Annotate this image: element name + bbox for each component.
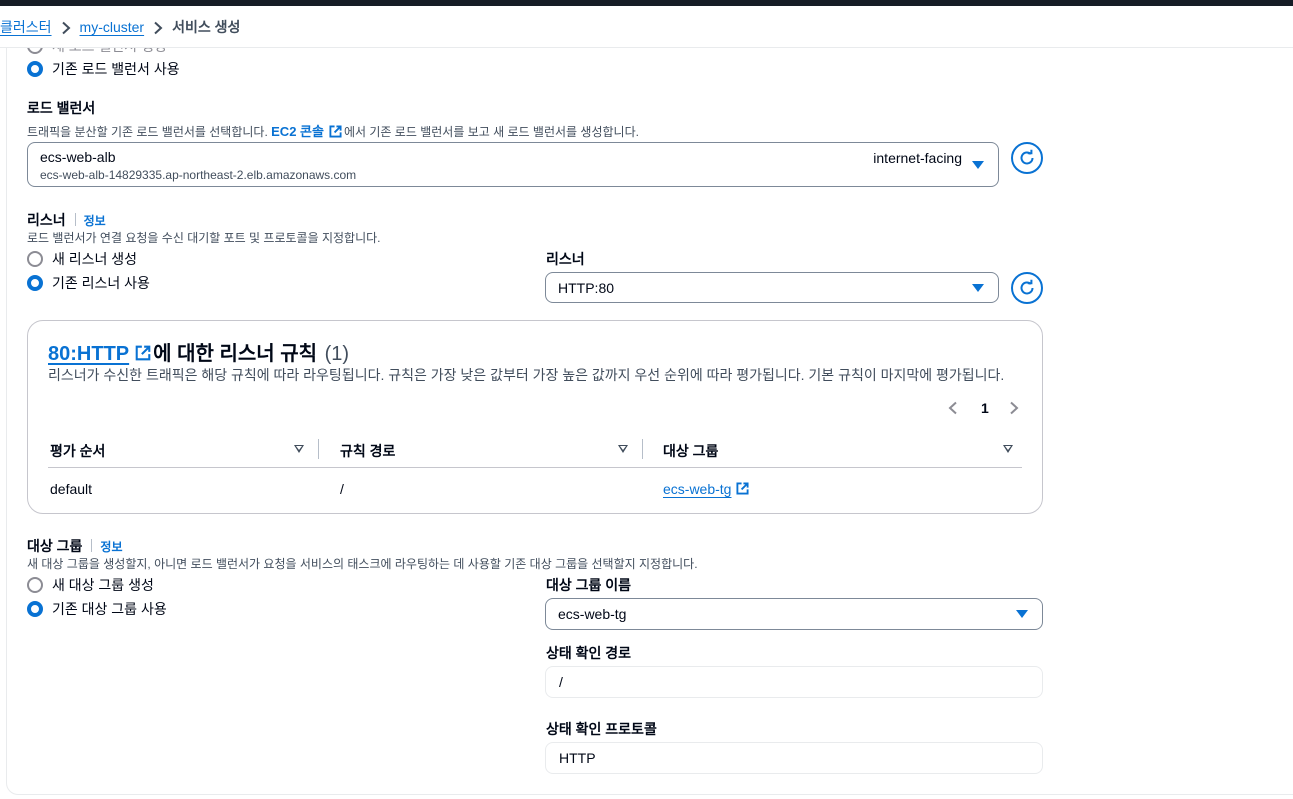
- health-check-path-value: /: [559, 674, 563, 690]
- radio-circle: [27, 251, 43, 267]
- health-check-path-label: 상태 확인 경로: [546, 645, 632, 661]
- caret-down-icon: [1016, 610, 1028, 618]
- sort-icon[interactable]: [618, 445, 628, 453]
- target-group-heading: 대상 그룹: [27, 538, 83, 554]
- cell-path: /: [340, 481, 344, 497]
- radio-label: 새 리스너 생성: [52, 251, 138, 267]
- sort-icon[interactable]: [294, 445, 304, 453]
- external-link-icon: [736, 482, 750, 498]
- target-group-name-label: 대상 그룹 이름: [546, 577, 632, 593]
- radio-label: 기존 리스너 사용: [52, 275, 150, 291]
- refresh-listeners-button[interactable]: [1011, 272, 1043, 304]
- external-link-icon: [135, 344, 151, 367]
- breadcrumb-current: 서비스 생성: [172, 18, 241, 35]
- cell-priority: default: [50, 481, 93, 497]
- radio-circle-checked: [27, 275, 43, 291]
- listener-description: 로드 밸런서가 연결 요청을 수신 대기할 포트 및 프로토콜을 지정합니다.: [27, 231, 381, 245]
- health-check-path-field: /: [545, 666, 1043, 698]
- breadcrumb-cluster-link[interactable]: my-cluster: [80, 19, 145, 35]
- listener-select[interactable]: HTTP:80: [545, 272, 999, 303]
- target-group-description: 새 대상 그룹을 생성할지, 아니면 로드 밸런서가 요청을 서비스의 태스크에…: [27, 557, 698, 571]
- column-header-priority[interactable]: 평가 순서: [50, 441, 105, 461]
- refresh-icon: [1020, 149, 1034, 165]
- radio-label: 새 대상 그룹 생성: [52, 577, 154, 593]
- load-balancer-name: ecs-web-alb: [40, 149, 116, 165]
- cell-target-group: ecs-web-tg: [663, 481, 750, 498]
- next-page-icon[interactable]: [1009, 401, 1019, 418]
- radio-use-existing-target-group[interactable]: 기존 대상 그룹 사용: [27, 599, 167, 619]
- listener-rules-title: 80:HTTP 에 대한 리스너 규칙 (1): [48, 337, 349, 367]
- description-text: 트래픽을 분산할 기존 로드 밸런서를 선택합니다.: [27, 125, 272, 139]
- load-balancer-description: 트래픽을 분산할 기존 로드 밸런서를 선택합니다. EC2 콘솔 에서 기존 로…: [27, 121, 639, 141]
- target-group-section-label: 대상 그룹 정보: [27, 536, 123, 556]
- listener-info-link[interactable]: 정보: [84, 214, 106, 228]
- description-text: 에서 기존 로드 밸런서를 보고 새 로드 밸런서를 생성합니다.: [343, 125, 639, 139]
- listener-rules-count: (1): [324, 343, 350, 365]
- breadcrumb-clusters-link[interactable]: 클러스터: [0, 17, 52, 37]
- listener-section-label: 리스너 정보: [27, 210, 106, 230]
- column-divider: [642, 439, 643, 459]
- target-group-name-select[interactable]: ecs-web-tg: [545, 598, 1043, 630]
- refresh-icon: [1020, 279, 1034, 295]
- listener-heading: 리스너: [27, 212, 66, 228]
- previous-page-icon[interactable]: [948, 401, 958, 418]
- load-balancer-select[interactable]: ecs-web-alb ecs-web-alb-14829335.ap-nort…: [27, 142, 999, 187]
- radio-circle: [27, 577, 43, 593]
- load-balancer-label: 로드 밸런서: [27, 100, 96, 116]
- radio-label: 기존 로드 밸런서 사용: [52, 61, 180, 77]
- listener-select-value: HTTP:80: [558, 280, 615, 296]
- health-check-protocol-value: HTTP: [559, 750, 596, 766]
- radio-circle-checked: [27, 61, 43, 77]
- listener-rules-card: 80:HTTP 에 대한 리스너 규칙 (1) 리스너가 수신한 트래픽은 해당 …: [27, 320, 1043, 514]
- breadcrumb: 클러스터 my-cluster 서비스 생성: [0, 6, 1293, 48]
- target-group-info-link[interactable]: 정보: [100, 540, 122, 554]
- health-check-protocol-label: 상태 확인 프로토콜: [546, 721, 657, 737]
- ec2-console-link[interactable]: EC2 콘솔: [271, 124, 324, 139]
- caret-down-icon: [972, 160, 984, 169]
- radio-create-load-balancer[interactable]: 새 로드 밸런서 생성: [27, 48, 167, 56]
- table-header-divider: [48, 467, 1022, 468]
- radio-circle-checked: [27, 601, 43, 617]
- target-group-link[interactable]: ecs-web-tg: [663, 481, 731, 497]
- radio-label: 새 로드 밸런서 생성: [52, 48, 167, 56]
- refresh-load-balancers-button[interactable]: [1011, 142, 1043, 174]
- listener-select-label: 리스너: [546, 251, 585, 267]
- listener-rules-description: 리스너가 수신한 트래픽은 해당 규칙에 따라 라우팅됩니다. 규칙은 가장 낮…: [48, 367, 1005, 383]
- listener-80-http-link[interactable]: 80:HTTP: [48, 343, 129, 365]
- radio-circle: [27, 48, 43, 54]
- radio-use-existing-listener[interactable]: 기존 리스너 사용: [27, 273, 150, 293]
- sort-icon[interactable]: [1003, 445, 1013, 453]
- radio-label: 기존 대상 그룹 사용: [52, 601, 167, 617]
- radio-use-existing-load-balancer[interactable]: 기존 로드 밸런서 사용: [27, 59, 180, 79]
- column-header-target-group[interactable]: 대상 그룹: [663, 441, 718, 461]
- chevron-right-icon: [52, 18, 80, 34]
- column-divider: [318, 439, 319, 459]
- target-group-name-value: ecs-web-tg: [558, 606, 627, 622]
- load-balancer-scheme: internet-facing: [873, 150, 962, 166]
- column-header-path[interactable]: 규칙 경로: [340, 441, 395, 461]
- external-link-icon: [329, 125, 342, 141]
- radio-create-target-group[interactable]: 새 대상 그룹 생성: [27, 575, 154, 595]
- chevron-right-icon: [144, 18, 172, 34]
- load-balancer-dns: ecs-web-alb-14829335.ap-northeast-2.elb.…: [40, 168, 357, 182]
- pagination: 1: [948, 399, 1028, 419]
- caret-down-icon: [972, 283, 984, 292]
- health-check-protocol-field: HTTP: [545, 742, 1043, 774]
- listener-rules-title-text: 에 대한 리스너 규칙: [153, 343, 317, 365]
- radio-create-listener[interactable]: 새 리스너 생성: [27, 249, 137, 269]
- load-balancing-panel: 새 로드 밸런서 생성 기존 로드 밸런서 사용 로드 밸런서 트래픽을 분산할…: [6, 48, 1293, 795]
- current-page[interactable]: 1: [981, 400, 989, 416]
